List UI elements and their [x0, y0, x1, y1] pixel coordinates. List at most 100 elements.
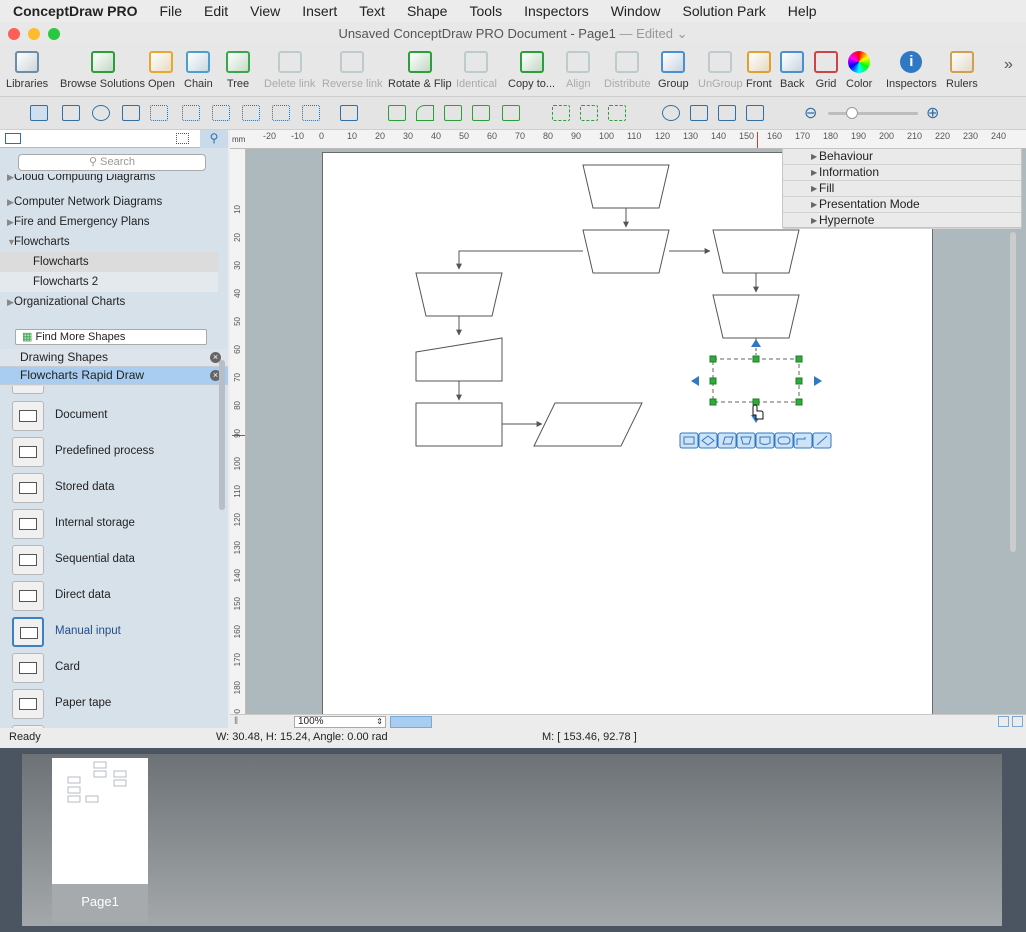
flowchart-manual-operation-shape[interactable] — [582, 164, 670, 209]
zoom-out-icon[interactable]: ⊖ — [804, 103, 817, 123]
menu-tools[interactable]: Tools — [458, 3, 513, 19]
selection-handle[interactable] — [795, 355, 803, 363]
library-drawing-shapes[interactable]: Drawing Shapes × — [0, 349, 228, 367]
library-search-input[interactable]: ⚲ Search — [18, 154, 206, 171]
menu-shape[interactable]: Shape — [396, 3, 458, 19]
inspector-behaviour[interactable]: ▶ Behaviour — [783, 149, 1021, 165]
combine-tool-icon[interactable] — [580, 105, 598, 121]
menu-insert[interactable]: Insert — [291, 3, 348, 19]
copy-to-button[interactable]: Copy to... — [508, 48, 555, 90]
actual-size-icon[interactable] — [1012, 716, 1023, 727]
reverse-link-button[interactable]: Reverse link — [322, 48, 383, 90]
connector-options-icon[interactable] — [302, 105, 320, 121]
chain-button[interactable]: Chain — [184, 48, 213, 90]
rapid-draw-process-icon[interactable] — [679, 432, 699, 449]
selection-handle[interactable] — [752, 355, 760, 363]
disclosure-triangle-icon[interactable]: ▶ — [0, 192, 14, 212]
identical-button[interactable]: Identical — [456, 48, 497, 90]
library-tree-item[interactable]: ▶Fire and Emergency Plans — [0, 212, 218, 232]
tree-button[interactable]: Tree — [226, 48, 250, 90]
inspector-information[interactable]: ▶ Information — [783, 165, 1021, 181]
library-tree-item[interactable]: Flowcharts — [0, 252, 218, 272]
grid-view-icon[interactable] — [176, 133, 189, 144]
disclosure-triangle-icon[interactable]: ▶ — [0, 174, 14, 182]
arc-tool-icon[interactable] — [416, 105, 434, 121]
library-tree-item[interactable]: ▶Cloud Computing Diagrams — [0, 174, 218, 184]
zoom-tool-icon[interactable] — [662, 105, 680, 121]
disclosure-triangle-icon[interactable]: ▼ — [0, 232, 16, 252]
text-tool-icon[interactable] — [122, 105, 140, 121]
zoom-combo[interactable]: 100% ⇕ — [294, 716, 386, 728]
library-tree-item[interactable]: ▶Computer Network Diagrams — [0, 192, 218, 212]
flowchart-manual-operation-shape[interactable] — [415, 272, 503, 317]
eyedropper-icon[interactable] — [746, 105, 764, 121]
shape-item-internal-storage[interactable]: Internal storage — [0, 507, 218, 543]
fit-page-icon[interactable] — [998, 716, 1009, 727]
menu-text[interactable]: Text — [348, 3, 396, 19]
inspector-presentation-mode[interactable]: ▶ Presentation Mode — [783, 197, 1021, 213]
freehand-tool-icon[interactable] — [502, 105, 520, 121]
page-thumbnail[interactable] — [52, 758, 148, 884]
format-painter-tool-icon[interactable] — [608, 105, 626, 121]
rapid-draw-data-icon[interactable] — [717, 432, 737, 449]
find-more-shapes-button[interactable]: ▦ Find More Shapes — [15, 329, 207, 345]
polyline-tool-icon[interactable] — [472, 105, 490, 121]
curve-connector-tool-icon[interactable] — [272, 105, 290, 121]
selection-handle[interactable] — [709, 355, 717, 363]
app-menu[interactable]: ConceptDraw PRO — [0, 3, 148, 19]
connector-tool-icon[interactable] — [150, 105, 168, 121]
flowchart-manual-input-shape[interactable] — [415, 337, 503, 382]
flowchart-manual-operation-shape[interactable] — [582, 229, 670, 274]
menu-inspectors[interactable]: Inspectors — [513, 3, 600, 19]
flowchart-data-shape[interactable] — [533, 402, 643, 447]
menu-solution-park[interactable]: Solution Park — [672, 3, 777, 19]
toolbar-overflow-icon[interactable]: » — [1004, 56, 1013, 74]
selection-handle[interactable] — [709, 398, 717, 406]
shape-thumbnail[interactable] — [12, 386, 44, 394]
shape-item-sequential-data[interactable]: Sequential data — [0, 543, 218, 579]
rapid-draw-arrow-up-icon[interactable] — [751, 339, 761, 347]
flowchart-manual-operation-shape[interactable] — [712, 229, 800, 274]
selection-handle[interactable] — [795, 377, 803, 385]
ellipse-tool-icon[interactable] — [92, 105, 110, 121]
color-button[interactable]: Color — [846, 48, 872, 90]
insert-shape-tool-icon[interactable] — [340, 105, 358, 121]
libraries-button[interactable]: Libraries — [6, 48, 48, 90]
zoom-slider[interactable] — [828, 107, 918, 119]
disclosure-triangle-icon[interactable]: ▶ — [0, 292, 14, 312]
orthogonal-connector-tool-icon[interactable] — [212, 105, 230, 121]
flowchart-process-shape[interactable] — [415, 402, 503, 447]
menu-view[interactable]: View — [239, 3, 291, 19]
rectangle-tool-icon[interactable] — [62, 105, 80, 121]
rulers-button[interactable]: Rulers — [946, 48, 978, 90]
back-button[interactable]: Back — [780, 48, 804, 90]
rapid-draw-arrow-right-icon[interactable] — [814, 376, 822, 386]
library-tree-item[interactable]: ▶Organizational Charts — [0, 292, 218, 312]
pointer-tool-icon[interactable] — [30, 105, 48, 121]
group-button[interactable]: Group — [658, 48, 689, 90]
selected-shape-placeholder[interactable] — [712, 358, 800, 403]
open-button[interactable]: Open — [148, 48, 175, 90]
shape-item-predefined-process[interactable]: Predefined process — [0, 435, 218, 471]
pan-hand-icon[interactable] — [690, 105, 708, 121]
distribute-button[interactable]: Distribute — [604, 48, 650, 90]
rotate-flip-button[interactable]: Rotate & Flip — [388, 48, 452, 90]
page-view-switch[interactable] — [390, 716, 432, 728]
shape-item-document[interactable]: Document — [0, 399, 218, 435]
drawing-page[interactable] — [322, 152, 933, 716]
inspector-hypernote[interactable]: ▶ Hypernote — [783, 213, 1021, 229]
library-tree-icon[interactable] — [5, 133, 21, 144]
rapid-draw-manual-operation-icon[interactable] — [736, 432, 756, 449]
align-button[interactable]: Align — [566, 48, 590, 90]
shape-item-stored-data[interactable]: Stored data — [0, 471, 218, 507]
shape-item-card[interactable]: Card — [0, 651, 218, 687]
selection-handle[interactable] — [795, 398, 803, 406]
shape-item-direct-data[interactable]: Direct data — [0, 579, 218, 615]
menu-help[interactable]: Help — [777, 3, 828, 19]
rapid-draw-arrow-left-icon[interactable] — [691, 376, 699, 386]
connector-arrow[interactable] — [456, 250, 583, 270]
zoom-slider-thumb[interactable] — [846, 107, 858, 119]
vertical-scrollbar[interactable] — [1010, 232, 1016, 552]
inspector-fill[interactable]: ▶ Fill — [783, 181, 1021, 197]
split-handle-icon[interactable]: ‖ — [234, 716, 238, 727]
